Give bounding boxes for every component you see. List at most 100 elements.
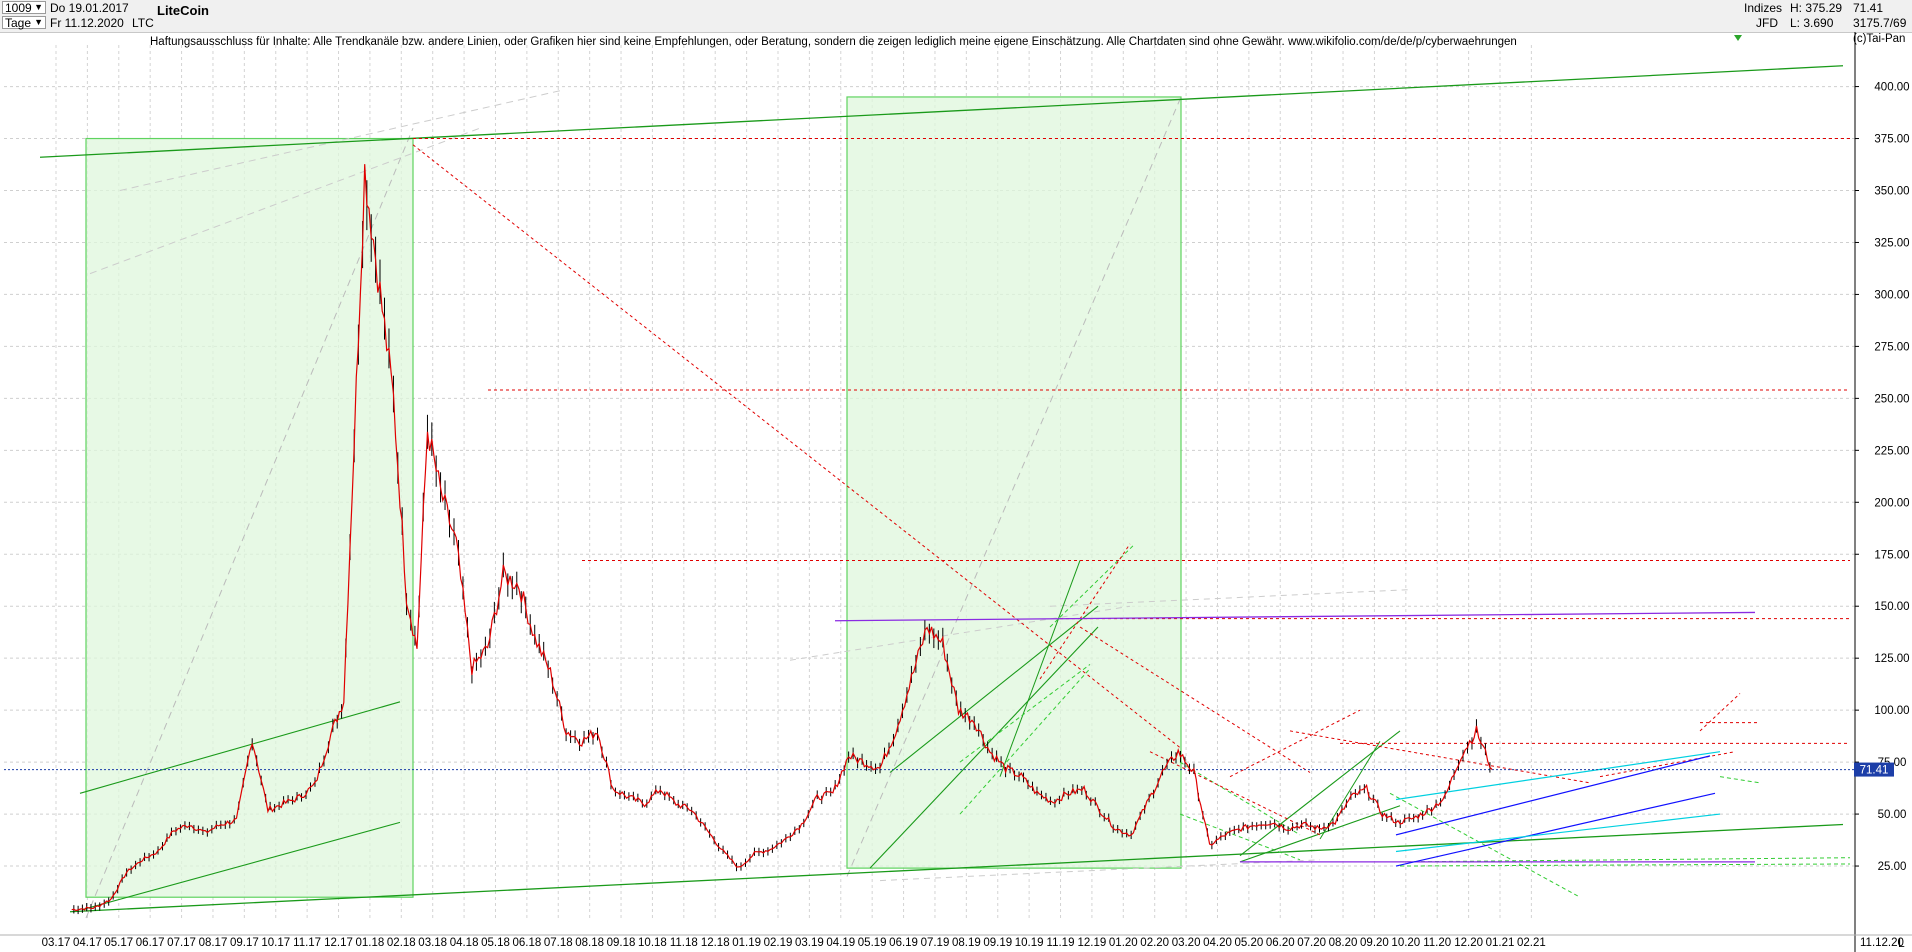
x-tick-label: 07.19	[921, 937, 950, 949]
instrument-symbol: LTC	[132, 16, 154, 30]
chart-toolbar: 1009 ▼ Tage ▼ Do 19.01.2017 Fr 11.12.202…	[0, 0, 1912, 33]
x-tick-label: 08.19	[952, 937, 981, 949]
x-tick-label: 03.17	[42, 937, 71, 949]
instrument-name[interactable]: LiteCoin	[157, 3, 209, 18]
red-dashed-line	[1289, 730, 1591, 784]
x-tick-label: 02.18	[387, 937, 416, 949]
x-tick-label: 06.18	[512, 937, 541, 949]
x-tick-label: 03.18	[418, 937, 447, 949]
x-tick-label: 01.21	[1486, 937, 1515, 949]
blue-channel-upper	[1395, 755, 1711, 836]
y-tick-label: 175.00	[1874, 549, 1909, 561]
green-time-box-2017	[85, 137, 414, 898]
x-tick-label: 05.20	[1234, 937, 1263, 949]
date-to[interactable]: Fr 11.12.2020	[50, 16, 124, 30]
green-dotted-line	[1179, 813, 1301, 861]
x-tick-label: 09.17	[230, 937, 259, 949]
steep-2020-line	[1319, 741, 1381, 840]
x-tick-label: 04.20	[1203, 937, 1232, 949]
x-tick-label: 05.17	[104, 937, 133, 949]
x-tick-label: 07.17	[167, 937, 196, 949]
x-tick-label: 07.18	[544, 937, 573, 949]
chevron-down-icon: ▼	[34, 2, 43, 12]
x-tick-label: 11.18	[670, 937, 698, 949]
y-tick-label: 50.00	[1878, 809, 1907, 821]
axis-corner-label: L	[1898, 936, 1905, 950]
x-tick-label: 10.17	[261, 937, 290, 949]
x-tick-label: 04.17	[73, 937, 102, 949]
x-tick-label: 01.19	[732, 937, 761, 949]
x-tick-label: 12.19	[1078, 937, 1107, 949]
period-value: Tage	[5, 16, 32, 30]
x-tick-label: 05.19	[858, 937, 887, 949]
bar-count-value: 1009	[5, 1, 32, 15]
period-select[interactable]: Tage ▼	[2, 16, 46, 30]
x-tick-label: 06.17	[136, 937, 165, 949]
y-tick-label: 250.00	[1874, 393, 1909, 405]
x-tick-label: 02.20	[1140, 937, 1169, 949]
x-tick-label: 04.19	[826, 937, 855, 949]
x-tick-label: 07.20	[1297, 937, 1326, 949]
x-tick-label: 02.19	[764, 937, 793, 949]
x-tick-label: 06.20	[1266, 937, 1295, 949]
highlight-boxes	[85, 96, 1182, 898]
x-tick-label: 08.18	[575, 937, 604, 949]
red-dashed-line	[1699, 693, 1741, 732]
y-tick-label: 400.00	[1874, 82, 1909, 94]
date-from[interactable]: Do 19.01.2017	[50, 1, 129, 15]
low-value: L: 3.690	[1790, 16, 1834, 30]
x-tick-label: 04.18	[450, 937, 479, 949]
x-tick-label: 08.17	[199, 937, 228, 949]
disclaimer-text: Haftungsausschluss für Inhalte: Alle Tre…	[150, 36, 1517, 48]
x-tick-label: 09.20	[1360, 937, 1389, 949]
y-tick-label: 200.00	[1874, 497, 1909, 509]
y-tick-label: 350.00	[1874, 186, 1909, 198]
last-price-marker: 71.41	[1734, 35, 1894, 777]
x-axis: 03.17 04.17 05.17 06.17 07.17 08.17 09.17 10.17…	[42, 937, 1904, 949]
market-label: Indizes	[1744, 1, 1783, 15]
broker-label: JFD	[1756, 16, 1778, 30]
chevron-down-icon: ▼	[34, 17, 43, 27]
green-dotted-line	[1719, 776, 1761, 784]
x-tick-label: 02.21	[1517, 937, 1546, 949]
x-tick-label: 03.20	[1172, 937, 1201, 949]
y-tick-label: 375.00	[1874, 134, 1909, 146]
y-tick-label: 150.00	[1874, 601, 1909, 613]
x-tick-label: 10.20	[1391, 937, 1420, 949]
x-tick-label: 11.20	[1423, 937, 1451, 949]
y-tick-label: 300.00	[1874, 289, 1909, 301]
channel-2020-upper	[1239, 730, 1401, 857]
x-tick-label: 05.18	[481, 937, 510, 949]
volume-info: 3175.7/69	[1853, 16, 1907, 30]
x-tick-label: 09.19	[983, 937, 1012, 949]
y-tick-label: 25.00	[1878, 861, 1907, 873]
high-value: H: 375.29	[1790, 1, 1843, 15]
y-tick-label: 325.00	[1874, 237, 1909, 249]
y-axis: 25.0050.0075.00100.00125.00150.00175.002…	[1855, 82, 1910, 873]
x-tick-label: 06.19	[889, 937, 918, 949]
x-tick-label: 09.18	[607, 937, 636, 949]
bar-count-select[interactable]: 1009 ▼	[2, 1, 46, 15]
price-chart[interactable]: 25.0050.0075.00100.00125.00150.00175.002…	[0, 32, 1912, 952]
red-dashed-line	[1599, 751, 1736, 778]
green-arrow-icon	[1734, 35, 1742, 41]
y-tick-label: 125.00	[1874, 653, 1909, 665]
copyright-label: (c)Tai-Pan	[1853, 33, 1906, 45]
x-tick-label: 01.20	[1109, 937, 1138, 949]
last-price-badge-label: 71.41	[1860, 765, 1889, 777]
x-tick-label: 08.20	[1329, 937, 1358, 949]
y-tick-label: 275.00	[1874, 341, 1909, 353]
x-tick-label: 11.19	[1047, 937, 1075, 949]
y-tick-label: 100.00	[1874, 705, 1909, 717]
x-tick-label: 10.19	[1015, 937, 1044, 949]
x-tick-label: 11.17	[293, 937, 321, 949]
x-tick-label: 03.19	[795, 937, 824, 949]
x-tick-label: 12.18	[701, 937, 730, 949]
y-tick-label: 225.00	[1874, 445, 1909, 457]
blue-channel-lower	[1395, 792, 1716, 867]
x-tick-label: 01.18	[356, 937, 385, 949]
x-tick-label: 12.20	[1454, 937, 1483, 949]
last-price: 71.41	[1853, 1, 1884, 15]
x-tick-label: 10.18	[638, 937, 667, 949]
x-tick-label: 12.17	[324, 937, 353, 949]
